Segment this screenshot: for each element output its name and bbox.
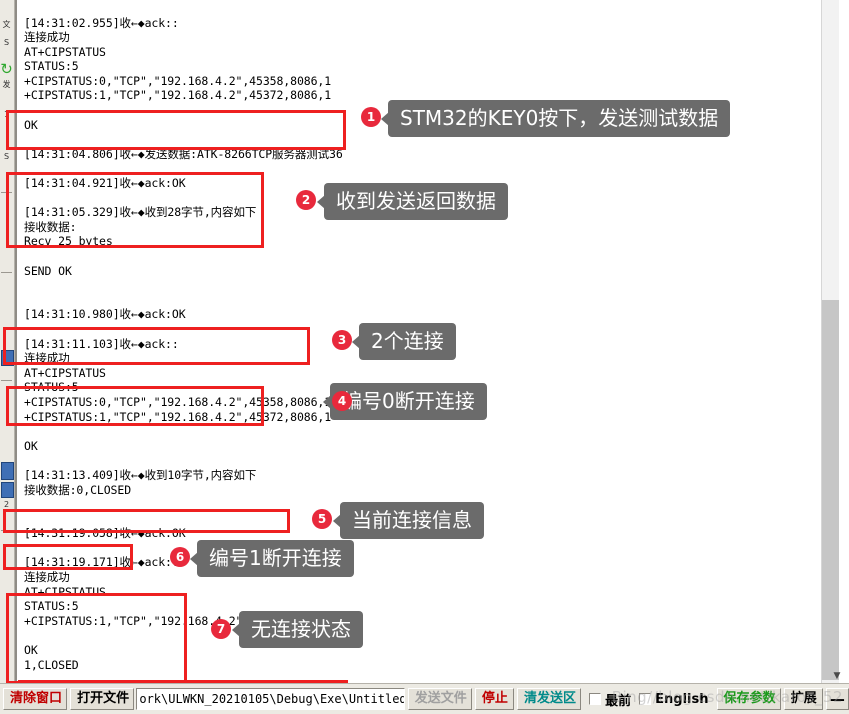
file-path-input[interactable]: ork\ULWKN_20210105\Debug\Exe\Untitled30.… [136,688,405,710]
strip-label-2: 发 [2,80,11,89]
clear-send-area-button[interactable]: 清发送区 [516,688,582,710]
callout-badge-1: 1 [361,107,381,127]
checkbox-icon-topmost[interactable] [589,693,602,705]
callout-badge-7: 7 [211,619,231,639]
callout-badge-6: 6 [170,547,190,567]
strip-scroll-handle-1[interactable] [1,350,14,366]
callout-bubble-1: STM32的KEY0按下，发送测试数据 [380,100,731,137]
callout-bubble-7: 无连接状态 [232,611,363,648]
scroll-down-arrow[interactable]: ▼ [829,669,845,683]
strip-label-1: S [3,38,10,47]
topmost-label: 最前 [605,693,632,709]
clear-window-button[interactable]: 清除窗口 [3,688,68,710]
callout-bubble-5: 当前连接信息 [333,502,484,539]
callout-badge-5: 5 [312,509,332,529]
english-label: English [655,691,709,707]
callout-bubble-4: 编号0断开连接 [323,383,487,420]
strip-divider-1 [1,192,12,193]
stop-button[interactable]: 停止 [474,688,514,710]
checkbox-icon-english[interactable] [639,693,652,705]
callout-badge-3: 3 [332,330,352,350]
callout-bubble-6: 编号1断开连接 [190,540,354,577]
minimize-button[interactable]: — [825,688,849,710]
strip-scroll-handle-2[interactable] [1,462,14,480]
strip-label-5: 2 [3,500,10,509]
strip-divider-3 [1,380,12,381]
open-file-button[interactable]: 打开文件 [70,688,135,710]
callout-bubble-3: 2个连接 [352,323,456,360]
english-checkbox[interactable]: English [639,691,709,707]
strip-divider-2 [1,272,12,273]
strip-label-0: 文 [2,20,11,29]
bottom-toolbar[interactable]: 清除窗口 打开文件 ork\ULWKN_20210105\Debug\Exe\U… [0,683,849,714]
strip-label-3: 1 [3,110,10,119]
callout-badge-4: 4 [332,391,352,411]
topmost-checkbox[interactable]: 最前 [589,690,631,709]
refresh-icon[interactable]: ↻ [0,60,13,78]
strip-divider-4 [1,530,12,531]
send-file-button[interactable]: 发送文件 [407,688,472,710]
callout-bubble-2: 收到发送返回数据 [317,183,508,220]
scrollbar-thumb[interactable] [822,300,839,680]
log-vertical-scrollbar[interactable] [821,0,839,684]
strip-label-4: S [3,152,10,161]
strip-scroll-handle-3[interactable] [1,482,14,498]
callout-badge-2: 2 [296,190,316,210]
right-gutter [838,0,849,684]
save-params-button[interactable]: 保存参数 [716,688,781,710]
expand-button[interactable]: 扩展 [783,688,823,710]
left-vertical-toolbar[interactable]: 文 S ↻ 发 1 S 2 [0,0,15,684]
